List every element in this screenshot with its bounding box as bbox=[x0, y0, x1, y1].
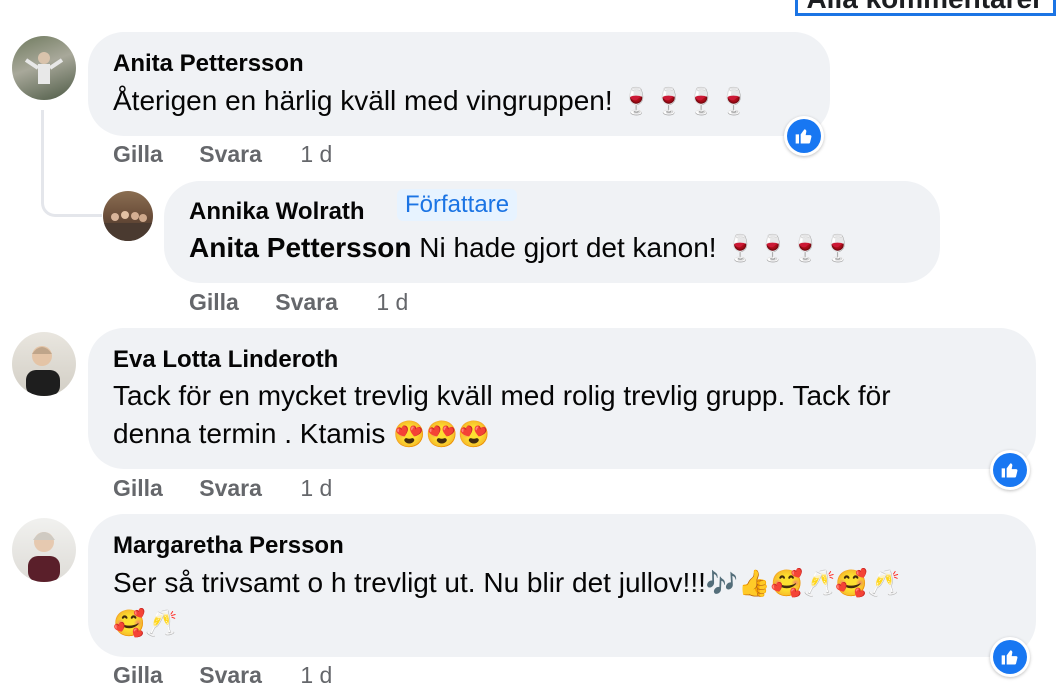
thumbs-up-icon bbox=[1001, 650, 1018, 665]
comment-text-line-2: denna termin . Ktamis 😍😍😍 bbox=[113, 418, 491, 449]
reply-author[interactable]: Annika Wolrath bbox=[189, 198, 365, 226]
reply-button[interactable]: Svara bbox=[199, 141, 262, 168]
timestamp[interactable]: 1 d bbox=[300, 475, 332, 502]
thumbs-up-icon bbox=[795, 129, 812, 144]
like-button[interactable]: Gilla bbox=[189, 289, 239, 316]
comment-actions: Gilla Svara 1 d bbox=[113, 141, 332, 168]
avatar-photo bbox=[103, 211, 153, 241]
emoji-sequence: 🎶👍🥰🥂🥰🥂 bbox=[705, 568, 901, 598]
comment-actions: Gilla Svara 1 d bbox=[113, 475, 332, 502]
comment-actions: Gilla Svara 1 d bbox=[113, 662, 332, 689]
like-button[interactable]: Gilla bbox=[113, 141, 163, 168]
mention-link[interactable]: Anita Pettersson bbox=[189, 232, 412, 263]
avatar-photo bbox=[26, 346, 60, 396]
comment-text: Tack för en mycket trevlig kväll med rol… bbox=[113, 380, 891, 411]
reply-text: Anita Pettersson Ni hade gjort det kanon… bbox=[189, 232, 854, 263]
like-button[interactable]: Gilla bbox=[113, 662, 163, 689]
reply-button[interactable]: Svara bbox=[199, 662, 262, 689]
like-reaction-badge[interactable] bbox=[784, 116, 824, 156]
all-comments-filter[interactable]: Alla kommentarer bbox=[795, 0, 1056, 16]
avatar[interactable] bbox=[12, 36, 76, 100]
comment-author[interactable]: Margaretha Persson bbox=[113, 532, 344, 560]
reply-thread-line bbox=[41, 110, 102, 217]
timestamp[interactable]: 1 d bbox=[376, 289, 408, 316]
like-reaction-badge[interactable] bbox=[990, 637, 1030, 677]
author-badge: Författare bbox=[397, 189, 518, 221]
comment-text-line-2: 🥰🥂 bbox=[113, 604, 178, 642]
avatar-photo bbox=[28, 532, 60, 582]
wine-glass-icon: 🍷🍷🍷🍷 bbox=[620, 86, 750, 116]
reply-button[interactable]: Svara bbox=[275, 289, 338, 316]
thumbs-up-icon bbox=[1001, 463, 1018, 478]
timestamp[interactable]: 1 d bbox=[300, 662, 332, 689]
reply-actions: Gilla Svara 1 d bbox=[189, 289, 408, 316]
like-reaction-badge[interactable] bbox=[990, 450, 1030, 490]
comment-text: Återigen en härlig kväll med vingruppen!… bbox=[113, 85, 750, 116]
comment-author[interactable]: Eva Lotta Linderoth bbox=[113, 346, 338, 374]
heart-eyes-emoji: 😍😍😍 bbox=[393, 419, 491, 449]
like-button[interactable]: Gilla bbox=[113, 475, 163, 502]
avatar[interactable] bbox=[12, 518, 76, 582]
reply-button[interactable]: Svara bbox=[199, 475, 262, 502]
wine-glass-icon: 🍷🍷🍷🍷 bbox=[724, 233, 854, 263]
avatar[interactable] bbox=[103, 191, 153, 241]
comment-author[interactable]: Anita Pettersson bbox=[113, 50, 304, 78]
timestamp[interactable]: 1 d bbox=[300, 141, 332, 168]
avatar-photo bbox=[24, 52, 64, 84]
avatar[interactable] bbox=[12, 332, 76, 396]
comment-text: Ser så trivsamt o h trevligt ut. Nu blir… bbox=[113, 567, 901, 598]
emoji-sequence: 🥰🥂 bbox=[113, 608, 178, 638]
